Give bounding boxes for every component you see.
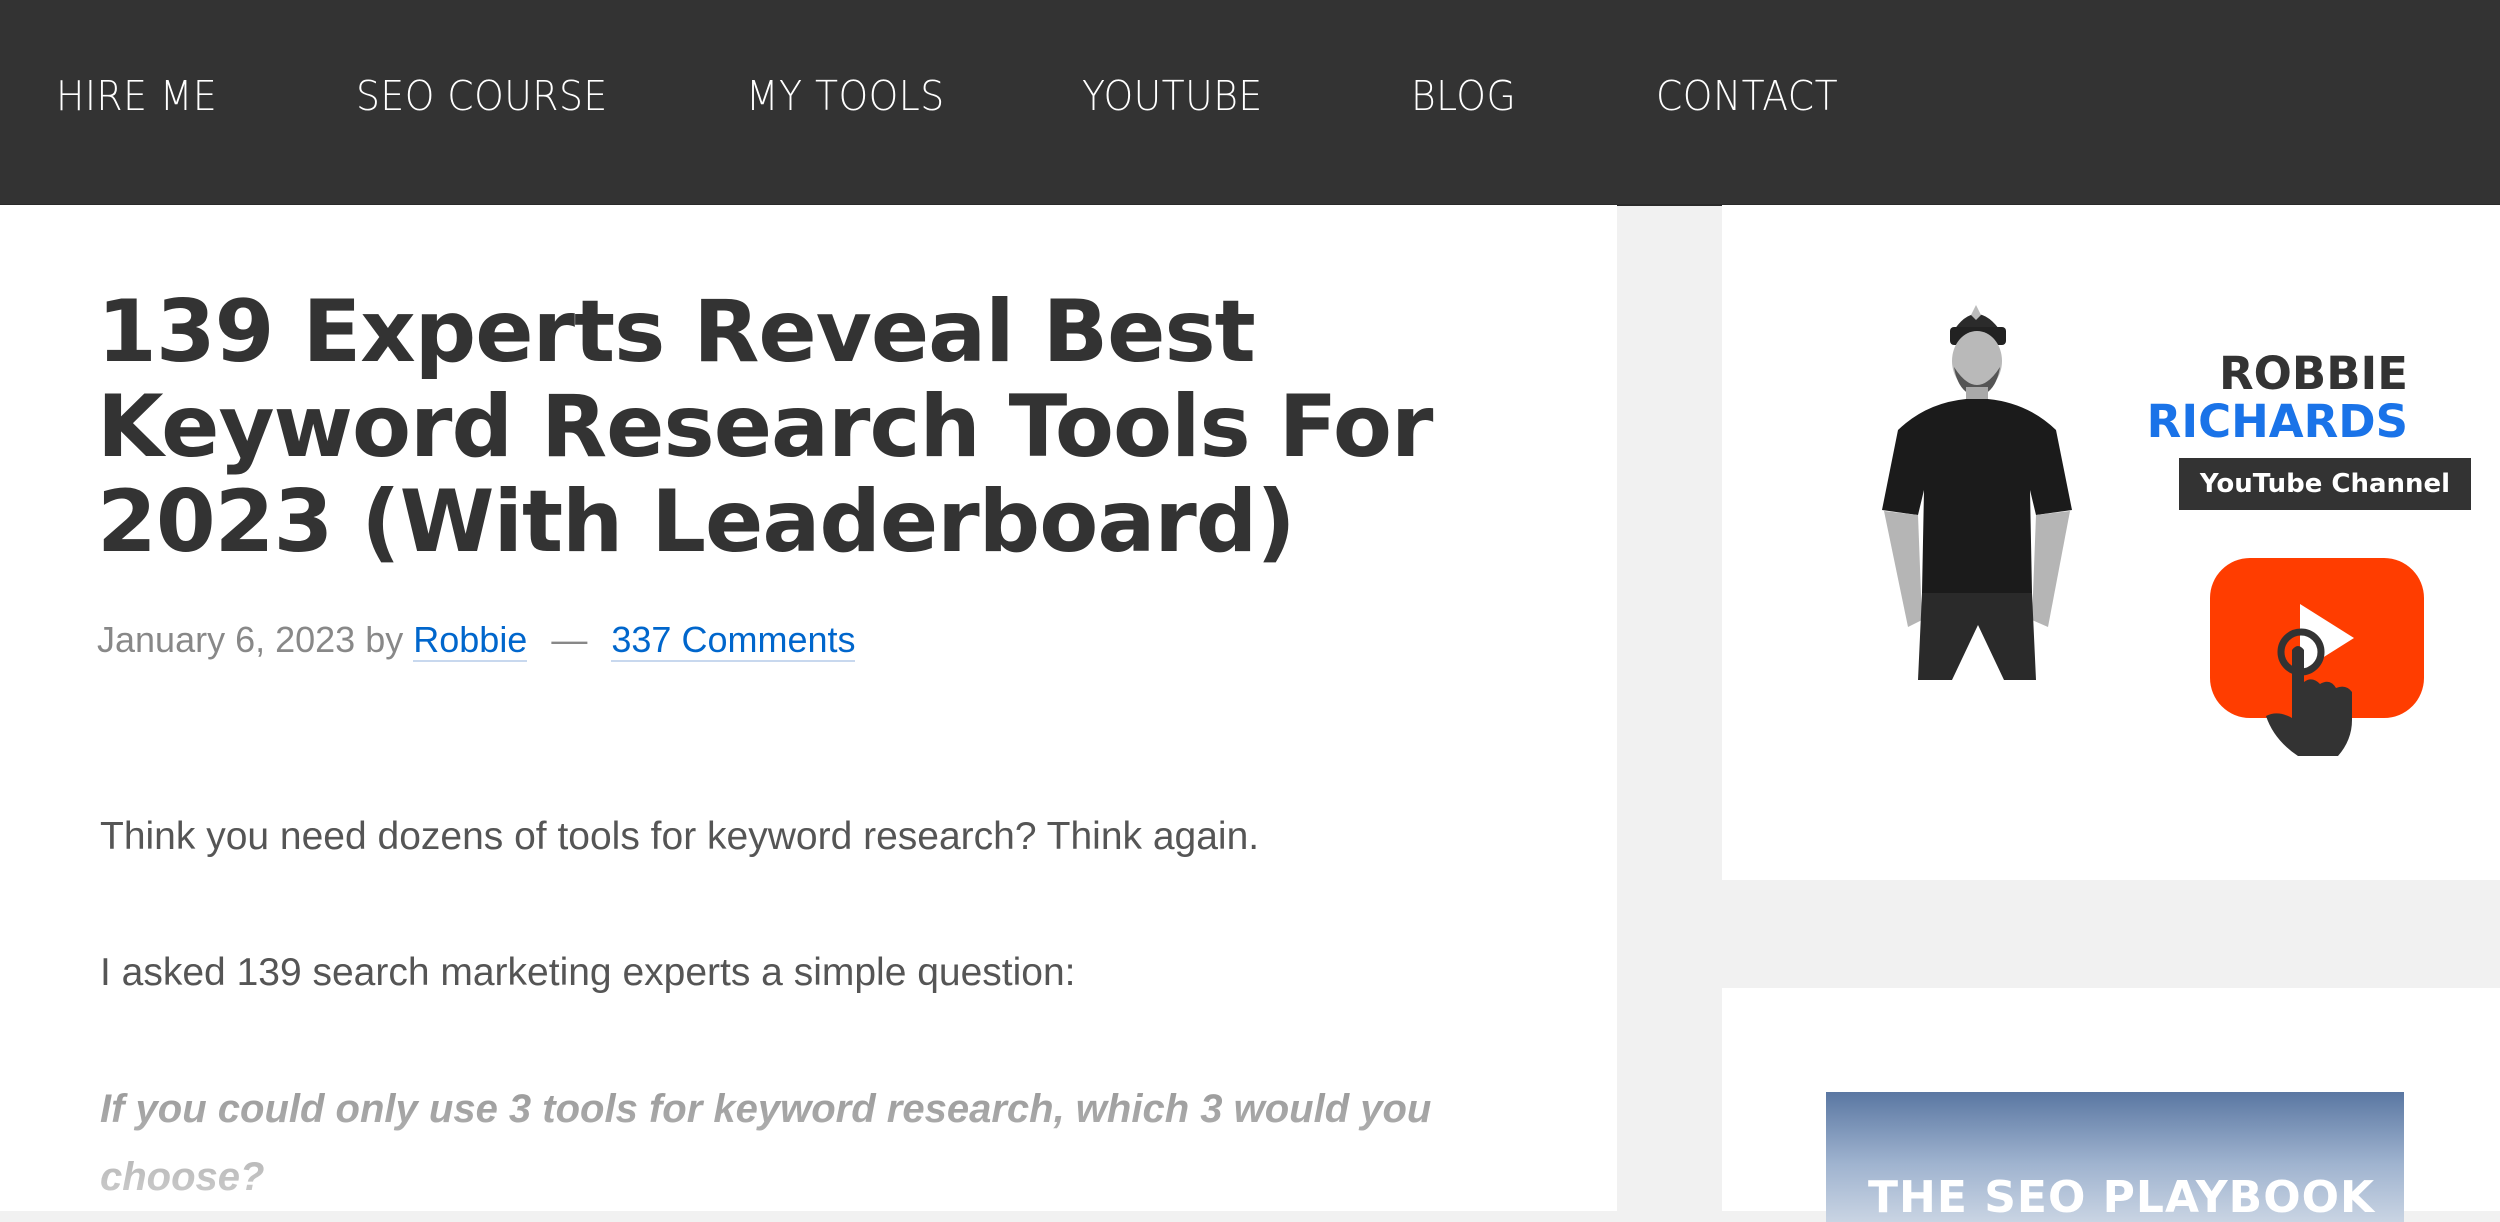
meta-separator: — [551,619,588,660]
intro-paragraph: Think you need dozens of tools for keywo… [100,815,1260,858]
article-content: 139 Experts Reveal Best Keyword Research… [0,205,1617,1211]
survey-question: If you could only use 3 tools for keywor… [100,1087,1432,1199]
seo-playbook-title: THE SEO PLAYBOOK [1868,1172,2376,1222]
nav-item-youtube[interactable]: YOUTUBE [1082,72,1263,120]
nav-item-blog[interactable]: BLOG [1411,72,1516,120]
nav-item-my-tools[interactable]: MY TOOLS [746,72,945,120]
nav-item-seo-course[interactable]: SEO COURSE [356,72,608,120]
seo-playbook-cover[interactable]: THE SEO PLAYBOOK [1826,1092,2404,1222]
channel-label: YouTube Channel [2179,458,2471,510]
post-title-line: Keyword Research Tools For [97,377,1433,477]
nav-item-hire-me[interactable]: HIRE ME [56,72,217,120]
post-by-label: by [365,619,404,660]
nav-item-contact[interactable]: CONTACT [1656,72,1838,120]
author-link[interactable]: Robbie [413,619,528,662]
channel-owner-first-name: ROBBIE [2219,347,2408,400]
top-nav: HIRE ME SEO COURSE MY TOOLS YOUTUBE BLOG… [0,0,2500,206]
comments-link[interactable]: 337 Comments [611,619,856,662]
channel-owner-last-name: RICHARDS [2146,395,2408,448]
youtube-play-icon [2210,558,2424,756]
post-title-line: 2023 (With Leaderboard) [97,472,1296,572]
post-date: January 6, 2023 [97,619,356,660]
post-meta: January 6, 2023 by Robbie — 337 Comments [97,619,856,662]
youtube-channel-banner[interactable]: ROBBIE RICHARDS YouTube Channel [1826,275,2471,765]
question-intro-paragraph: I asked 139 search marketing experts a s… [100,951,1076,994]
post-title-line: 139 Experts Reveal Best [97,282,1256,382]
seo-playbook-widget: THE SEO PLAYBOOK [1722,988,2500,1222]
post-title: 139 Experts Reveal Best Keyword Research… [97,285,1477,570]
youtube-channel-widget: ROBBIE RICHARDS YouTube Channel [1722,205,2500,880]
